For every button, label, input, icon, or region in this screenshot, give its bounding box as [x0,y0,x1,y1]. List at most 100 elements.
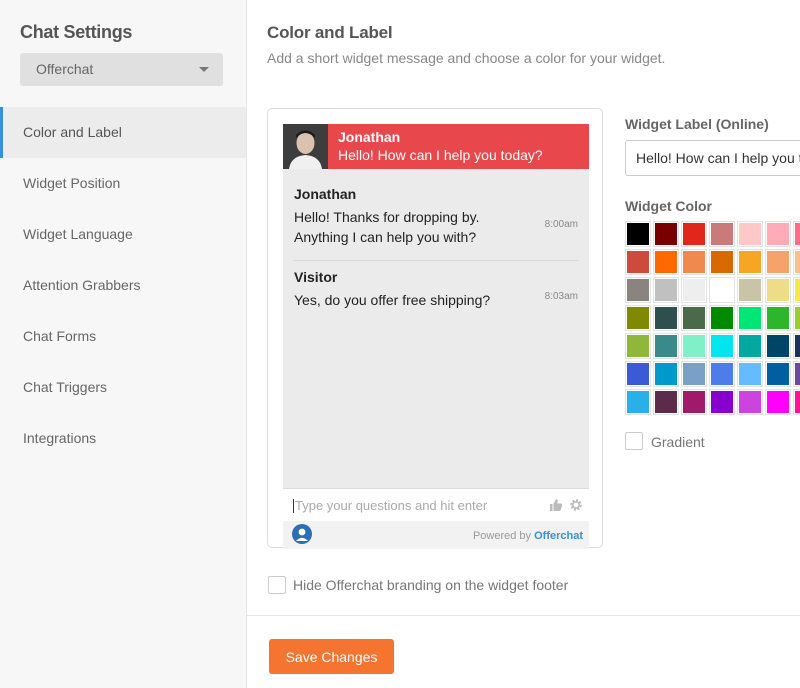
color-swatch[interactable] [737,389,763,415]
color-swatch[interactable] [737,305,763,331]
gradient-label: Gradient [651,434,705,450]
color-swatch[interactable] [653,277,679,303]
account-select[interactable]: Offerchat [20,53,223,86]
message-text: Hello! Thanks for dropping by. Anything … [294,209,480,245]
widget-preview: Jonathan Hello! How can I help you today… [267,108,603,549]
chat-message: Jonathan Hello! Thanks for dropping by. … [294,186,578,247]
color-swatch[interactable] [625,249,651,275]
color-swatch[interactable] [681,333,707,359]
main-panel: Color and Label Add a short widget messa… [247,0,800,688]
color-swatch[interactable] [625,333,651,359]
color-swatch[interactable] [737,249,763,275]
agent-avatar [283,124,328,169]
color-swatch-grid [625,221,800,417]
page-subtitle: Add a short widget message and choose a … [267,50,666,66]
color-swatch[interactable] [737,361,763,387]
hide-branding-checkbox[interactable] [268,576,286,594]
color-swatch[interactable] [709,361,735,387]
color-swatch[interactable] [653,221,679,247]
nav-item-widget-position[interactable]: Widget Position [0,158,246,209]
color-swatch[interactable] [681,249,707,275]
save-changes-button[interactable]: Save Changes [269,639,394,674]
settings-nav: Color and Label Widget Position Widget L… [0,107,246,464]
color-swatch[interactable] [793,221,800,247]
gradient-checkbox[interactable] [625,432,643,450]
color-swatch[interactable] [681,305,707,331]
powered-by: Powered by Offerchat [473,530,583,542]
color-swatch[interactable] [793,305,800,331]
footer-divider [247,615,800,616]
input-placeholder: Type your questions and hit enter [295,498,488,513]
color-swatch[interactable] [765,305,791,331]
color-swatch[interactable] [681,389,707,415]
color-swatch[interactable] [709,249,735,275]
color-swatch[interactable] [793,389,800,415]
color-swatch[interactable] [737,333,763,359]
hide-branding-label: Hide Offerchat branding on the widget fo… [293,577,569,593]
color-swatch[interactable] [765,221,791,247]
nav-item-attention-grabbers[interactable]: Attention Grabbers [0,260,246,311]
color-swatch[interactable] [765,249,791,275]
widget-label-title: Widget Label (Online) [625,116,769,132]
color-swatch[interactable] [653,305,679,331]
color-swatch[interactable] [709,333,735,359]
chevron-down-icon [199,67,209,72]
color-swatch[interactable] [625,361,651,387]
color-swatch[interactable] [681,361,707,387]
color-swatch[interactable] [793,249,800,275]
color-swatch[interactable] [709,221,735,247]
message-divider [294,260,578,261]
color-swatch[interactable] [793,333,800,359]
widget-message-input[interactable]: Type your questions and hit enter [283,488,589,521]
color-swatch[interactable] [793,361,800,387]
nav-item-chat-triggers[interactable]: Chat Triggers [0,362,246,413]
color-swatch[interactable] [737,277,763,303]
color-swatch[interactable] [765,277,791,303]
color-swatch[interactable] [765,361,791,387]
color-swatch[interactable] [653,389,679,415]
color-swatch[interactable] [625,389,651,415]
color-swatch[interactable] [765,389,791,415]
widget-color-title: Widget Color [625,198,712,214]
chat-widget: Jonathan Hello! How can I help you today… [283,124,589,549]
nav-item-integrations[interactable]: Integrations [0,413,246,464]
gear-icon[interactable] [569,498,583,512]
sidebar-title: Chat Settings [20,22,133,42]
widget-agent-name: Jonathan [338,129,401,145]
message-time: 8:03am [544,291,578,302]
color-swatch[interactable] [625,221,651,247]
nav-item-chat-forms[interactable]: Chat Forms [0,311,246,362]
account-select-value: Offerchat [36,61,94,77]
color-swatch[interactable] [709,305,735,331]
page-title: Color and Label [267,23,393,42]
color-swatch[interactable] [653,333,679,359]
widget-greeting: Hello! How can I help you today? [338,147,543,163]
widget-label-input[interactable]: Hello! How can I help you today? [625,140,800,176]
color-swatch[interactable] [709,277,735,303]
color-swatch[interactable] [653,361,679,387]
message-text: Yes, do you offer free shipping? [294,292,491,308]
message-time: 8:00am [544,219,578,230]
message-sender: Visitor [294,269,338,285]
color-swatch[interactable] [653,249,679,275]
color-swatch[interactable] [625,305,651,331]
nav-item-widget-language[interactable]: Widget Language [0,209,246,260]
powered-by-text: Powered by [472,530,532,542]
color-swatch[interactable] [681,221,707,247]
widget-footer: Powered by Offerchat [283,521,589,549]
color-swatch[interactable] [625,277,651,303]
color-swatch[interactable] [709,389,735,415]
widget-header: Jonathan Hello! How can I help you today… [283,124,589,169]
nav-item-color-and-label[interactable]: Color and Label [0,107,246,158]
color-swatch[interactable] [765,333,791,359]
chat-message: Visitor Yes, do you offer free shipping?… [294,269,578,310]
user-icon [292,524,312,544]
text-cursor [293,499,294,513]
brand-link[interactable]: Offerchat [534,530,583,542]
color-swatch[interactable] [737,221,763,247]
color-swatch[interactable] [793,277,800,303]
color-swatch[interactable] [681,277,707,303]
sidebar: Chat Settings Offerchat Color and Label … [0,0,247,688]
message-sender: Jonathan [294,186,357,202]
thumbs-up-icon[interactable] [549,498,563,512]
